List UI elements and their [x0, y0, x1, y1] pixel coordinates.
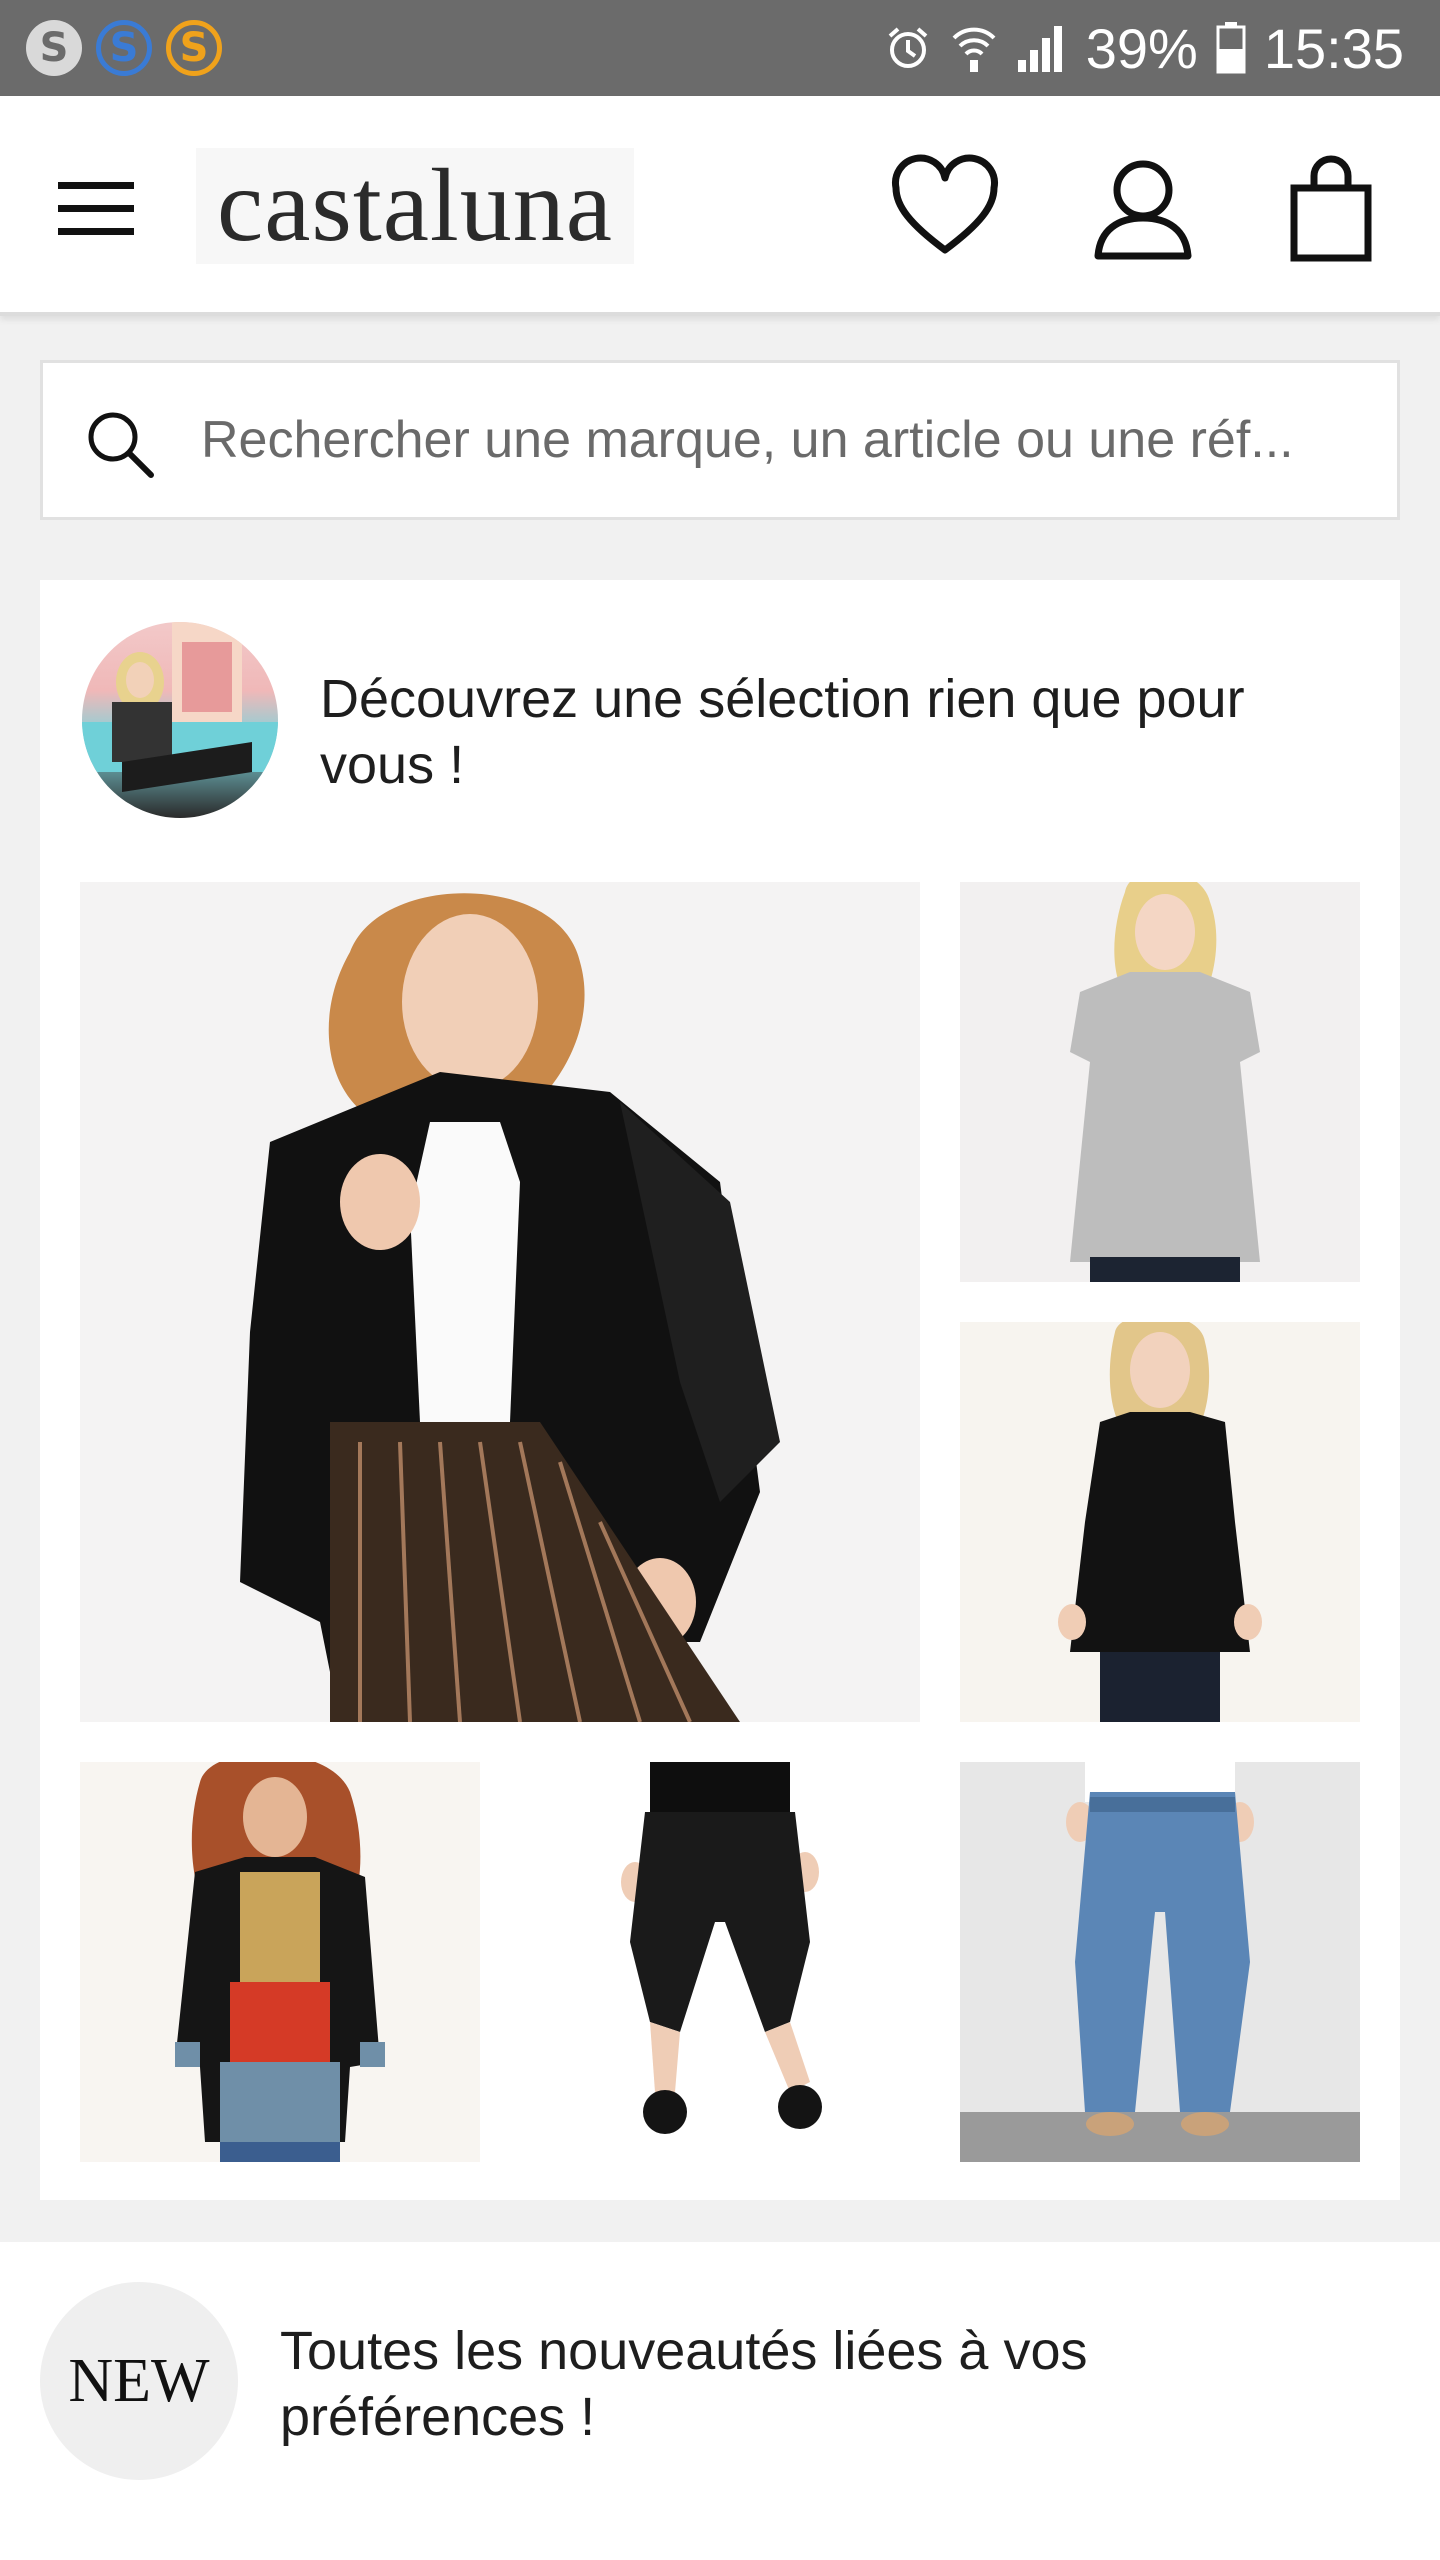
product-image-gray-tunic[interactable] [960, 882, 1360, 1282]
status-bar: S S S 39% 15:35 [0, 0, 1440, 96]
skype-icon: S [96, 20, 152, 76]
product-image-black-blouse[interactable] [960, 1322, 1360, 1722]
battery-icon [1216, 22, 1246, 74]
new-badge: NEW [40, 2282, 238, 2480]
new-arrivals-section[interactable]: NEW Toutes les nouveautés liées à vos pr… [0, 2242, 1440, 2560]
brand-logo[interactable]: castaluna [196, 148, 634, 264]
product-image-leggings[interactable] [520, 1762, 920, 2162]
status-icons: 39% 15:35 [884, 16, 1404, 80]
wifi-icon [952, 27, 996, 72]
selection-title: Découvrez une sélection rien que pour vo… [320, 669, 1245, 795]
product-image-bomber-jacket[interactable] [80, 882, 920, 1722]
app-header: castaluna [0, 96, 1440, 316]
search-icon[interactable] [85, 409, 155, 479]
notification-icons: S S S [26, 20, 222, 76]
new-arrivals-text: Toutes les nouveautés liées à vos préfér… [280, 2321, 1088, 2447]
product-image-print-tunic[interactable] [80, 1762, 480, 2162]
search-bar[interactable] [40, 360, 1400, 520]
selection-avatar [82, 622, 278, 818]
signal-icon [1017, 26, 1062, 72]
skype-icon: S [166, 20, 222, 76]
search-input[interactable] [201, 363, 1381, 517]
selection-card: Découvrez une sélection rien que pour vo… [40, 580, 1400, 2200]
clock: 15:35 [1263, 16, 1404, 80]
account-icon[interactable] [1088, 154, 1198, 264]
battery-percent: 39% [1085, 16, 1198, 80]
bag-icon[interactable] [1276, 154, 1386, 264]
alarm-icon [888, 27, 928, 68]
skype-icon: S [26, 20, 82, 76]
product-image-jeans[interactable] [960, 1762, 1360, 2162]
heart-icon[interactable] [890, 154, 1000, 264]
hamburger-icon[interactable] [58, 182, 134, 236]
